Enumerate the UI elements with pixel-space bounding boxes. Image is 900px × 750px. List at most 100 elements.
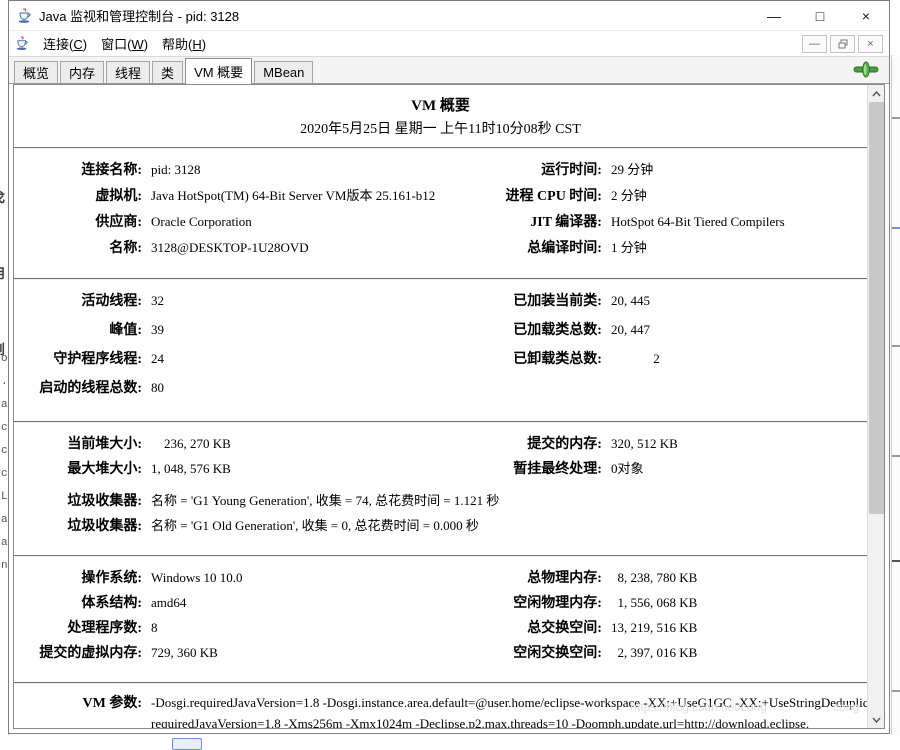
info-row: 空闲交换空间: 2, 397, 016 KB	[432, 642, 867, 667]
vm-summary-document: VM 概要 2020年5月25日 星期一 上午11时10分08秒 CST 连接名…	[14, 85, 867, 728]
info-label: VM 参数:	[14, 692, 142, 712]
info-row: 垃圾收集器:名称 = 'G1 Old Generation', 收集 = 0, …	[14, 515, 867, 540]
scrollbar-thumb[interactable]	[869, 102, 884, 514]
menu-help[interactable]: 帮助(H)	[155, 31, 213, 56]
info-value: 名称 = 'G1 Young Generation', 收集 = 74, 总花费…	[142, 490, 499, 509]
info-value: 20, 447	[602, 322, 650, 338]
menu-mnemonic: C	[73, 37, 82, 52]
menu-label: 连接(	[43, 37, 73, 52]
section-threads-classes: 活动线程:32 峰值:39 守护程序线程:24 启动的线程总数:80 已加装当前…	[14, 280, 867, 412]
info-value: 13, 219, 516 KB	[602, 620, 697, 636]
tab-threads[interactable]: 线程	[106, 61, 150, 83]
info-row: 守护程序线程:24	[14, 348, 432, 377]
frame-restore-button[interactable]	[830, 35, 855, 53]
info-label: 垃圾收集器:	[14, 490, 142, 510]
menu-mnemonic: H	[192, 37, 201, 52]
background-fragment	[891, 345, 900, 347]
info-row: 垃圾收集器:名称 = 'G1 Young Generation', 收集 = 7…	[14, 490, 867, 515]
menu-label: )	[144, 37, 148, 52]
maximize-button[interactable]: □	[797, 1, 843, 30]
page-title: VM 概要	[14, 94, 867, 115]
info-row: 进程 CPU 时间:2 分钟	[432, 185, 867, 211]
section-heap: 当前堆大小: 236, 270 KB 最大堆大小:1, 048, 576 KB …	[14, 423, 867, 546]
menu-mnemonic: W	[131, 37, 143, 52]
menu-window[interactable]: 窗口(W)	[94, 31, 155, 56]
info-row: 提交的内存:320, 512 KB	[432, 433, 867, 458]
vertical-scrollbar[interactable]	[867, 85, 884, 728]
info-label: JIT 编译器:	[432, 211, 602, 231]
internal-frame-controls: — ×	[802, 35, 883, 53]
tab-mbeans[interactable]: MBean	[254, 61, 313, 83]
info-row: 最大堆大小:1, 048, 576 KB	[14, 458, 432, 483]
restore-icon	[838, 39, 848, 49]
tab-classes[interactable]: 类	[152, 61, 183, 83]
tab-vm-summary[interactable]: VM 概要	[185, 58, 252, 84]
info-row: 已加载类总数:20, 447	[432, 319, 867, 348]
section-os: 操作系统:Windows 10 10.0 体系结构:amd64 处理程序数:8 …	[14, 557, 867, 673]
info-row: 连接名称:pid: 3128	[14, 159, 432, 185]
info-value: 1, 556, 068 KB	[602, 595, 697, 611]
tab-overview[interactable]: 概览	[14, 61, 58, 83]
info-value: 名称 = 'G1 Old Generation', 收集 = 0, 总花费时间 …	[142, 515, 479, 534]
info-value: 24	[142, 351, 164, 367]
background-fragment	[891, 117, 900, 119]
info-label: 操作系统:	[14, 567, 142, 587]
background-fragment	[891, 560, 900, 562]
info-label: 守护程序线程:	[14, 348, 142, 368]
background-fragment	[172, 738, 202, 750]
info-label: 供应商:	[14, 211, 142, 231]
info-label: 已加装当前类:	[432, 290, 602, 310]
info-row: 总物理内存: 8, 238, 780 KB	[432, 567, 867, 592]
background-fragment	[891, 227, 900, 229]
menu-label: 窗口(	[101, 37, 131, 52]
frame-close-button[interactable]: ×	[858, 35, 883, 53]
info-label: 虚拟机:	[14, 185, 142, 205]
info-row: 供应商:Oracle Corporation	[14, 211, 432, 237]
info-label: 最大堆大小:	[14, 458, 142, 478]
scroll-up-icon[interactable]	[868, 85, 885, 102]
info-row: 运行时间:29 分钟	[432, 159, 867, 185]
menu-bar: 连接(C) 窗口(W) 帮助(H) — ×	[9, 31, 889, 57]
info-value: 0对象	[602, 458, 644, 477]
tab-memory[interactable]: 内存	[60, 61, 104, 83]
info-value: 3128@DESKTOP-1U28OVD	[142, 240, 309, 256]
info-value: 20, 445	[602, 293, 650, 309]
info-row: 提交的虚拟内存:729, 360 KB	[14, 642, 432, 667]
timestamp: 2020年5月25日 星期一 上午11时10分08秒 CST	[14, 118, 867, 138]
info-row: 已卸载类总数: 2	[432, 348, 867, 377]
info-row: 体系结构:amd64	[14, 592, 432, 617]
info-label: 总交换空间:	[432, 617, 602, 637]
scroll-down-icon[interactable]	[868, 711, 885, 728]
info-row: 处理程序数:8	[14, 617, 432, 642]
close-button[interactable]: ×	[843, 1, 889, 30]
window-title: Java 监视和管理控制台 - pid: 3128	[39, 6, 239, 25]
vm-summary-panel: VM 概要 2020年5月25日 星期一 上午11时10分08秒 CST 连接名…	[13, 84, 885, 729]
info-label: 已卸载类总数:	[432, 348, 602, 368]
minimize-button[interactable]: —	[751, 1, 797, 30]
section-connection: 连接名称:pid: 3128 虚拟机:Java HotSpot(TM) 64-B…	[14, 149, 867, 269]
connection-status-icon	[853, 61, 879, 83]
info-value: 29 分钟	[602, 159, 653, 178]
info-value-line: requiredJavaVersion=1.8 -Xms256m -Xmx102…	[151, 713, 867, 728]
info-value: Java HotSpot(TM) 64-Bit Server VM版本 25.1…	[142, 185, 435, 204]
info-value: 80	[142, 380, 164, 396]
info-row: 虚拟机:Java HotSpot(TM) 64-Bit Server VM版本 …	[14, 185, 432, 211]
info-row: 总编译时间:1 分钟	[432, 237, 867, 263]
info-value: 8	[142, 620, 158, 636]
info-row: 当前堆大小: 236, 270 KB	[14, 433, 432, 458]
document-header: VM 概要 2020年5月25日 星期一 上午11时10分08秒 CST	[14, 85, 867, 138]
info-label: 运行时间:	[432, 159, 602, 179]
jconsole-window: Java 监视和管理控制台 - pid: 3128 — □ × 连接(C) 窗口…	[8, 0, 890, 734]
info-row: 名称:3128@DESKTOP-1U28OVD	[14, 237, 432, 263]
info-value: 2	[602, 351, 660, 367]
info-value: 2, 397, 016 KB	[602, 645, 697, 661]
info-value: 32	[142, 293, 164, 309]
info-label: 垃圾收集器:	[14, 515, 142, 535]
java-cup-icon	[15, 36, 30, 51]
title-bar: Java 监视和管理控制台 - pid: 3128 — □ ×	[9, 1, 889, 31]
info-label: 已加载类总数:	[432, 319, 602, 339]
info-value: pid: 3128	[142, 162, 200, 178]
menu-connection[interactable]: 连接(C)	[36, 31, 94, 56]
frame-minimize-button[interactable]: —	[802, 35, 827, 53]
info-label: 空闲物理内存:	[432, 592, 602, 612]
